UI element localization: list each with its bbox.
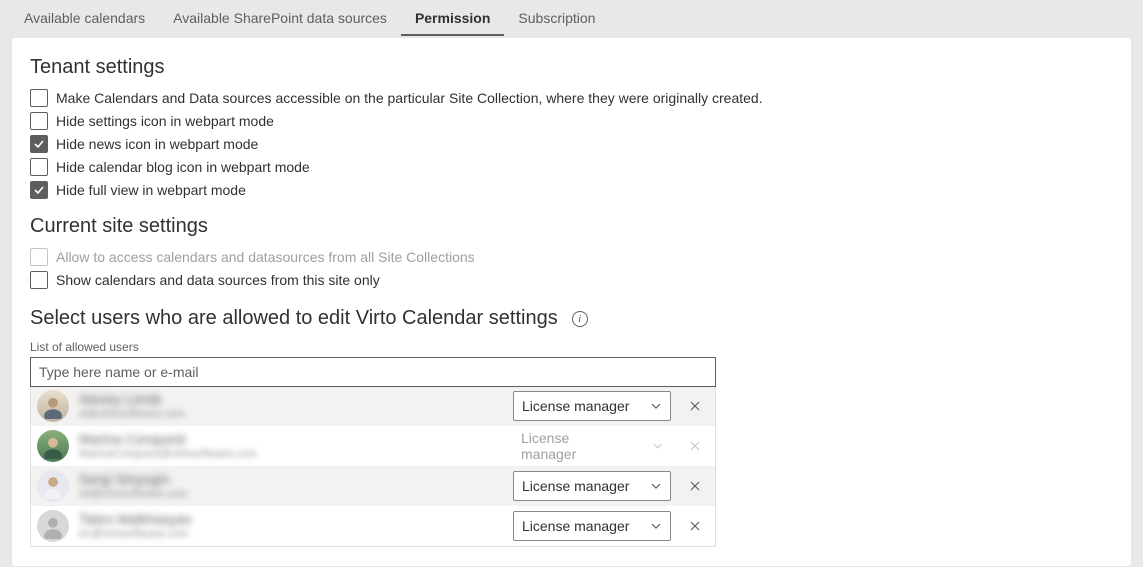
chevron-down-icon (650, 400, 662, 412)
checkbox-allow-all-sitecollections (30, 248, 48, 266)
checkbox-label: Show calendars and data sources from thi… (56, 272, 380, 288)
checkbox-label: Hide news icon in webpart mode (56, 136, 258, 152)
tab-available-calendars[interactable]: Available calendars (10, 2, 159, 36)
checkbox-label: Hide full view in webpart mode (56, 182, 246, 198)
user-info: Sergi Sinyugin sd@virtosoftware.com (79, 472, 503, 499)
role-value: License manager (522, 398, 629, 414)
close-icon (689, 520, 701, 532)
chevron-down-icon (650, 480, 662, 492)
role-value: License manager (522, 478, 629, 494)
avatar (37, 390, 69, 422)
user-row: Alexey Linnik al@virtosoftware.com Licen… (31, 386, 715, 426)
tab-available-sharepoint[interactable]: Available SharePoint data sources (159, 2, 401, 36)
user-info: Marina Conquest MarinaConquest@virtosoft… (79, 432, 503, 459)
site-setting-row: Show calendars and data sources from thi… (30, 271, 1113, 289)
site-settings-heading: Current site settings (30, 215, 1113, 238)
chevron-down-icon (650, 520, 662, 532)
remove-user-button[interactable] (681, 392, 709, 420)
check-icon (33, 184, 45, 196)
allowed-users-list: Alexey Linnik al@virtosoftware.com Licen… (30, 386, 716, 547)
user-row: Sergi Sinyugin sd@virtosoftware.com Lice… (31, 466, 715, 506)
role-value: License manager (521, 430, 622, 462)
user-row: Taten Malkhasyan tm@virtosoftware.com Li… (31, 506, 715, 546)
tab-bar: Available calendars Available SharePoint… (0, 0, 1143, 38)
chevron-down-icon (652, 440, 663, 452)
checkbox-label: Hide settings icon in webpart mode (56, 113, 274, 129)
user-email: al@virtosoftware.com (79, 408, 503, 420)
close-icon (689, 480, 701, 492)
role-dropdown-disabled: License manager (513, 431, 671, 461)
checkbox-hide-blog-icon[interactable] (30, 158, 48, 176)
close-icon (689, 400, 701, 412)
checkbox-label: Hide calendar blog icon in webpart mode (56, 159, 310, 175)
checkbox-this-site-only[interactable] (30, 271, 48, 289)
user-row: Marina Conquest MarinaConquest@virtosoft… (31, 426, 715, 466)
checkbox-label: Allow to access calendars and datasource… (56, 249, 475, 265)
role-dropdown[interactable]: License manager (513, 391, 671, 421)
user-name: Taten Malkhasyan (79, 512, 503, 527)
avatar (37, 470, 69, 502)
tenant-setting-row: Hide calendar blog icon in webpart mode (30, 158, 1113, 176)
select-users-heading: Select users who are allowed to edit Vir… (30, 307, 1113, 330)
remove-user-button[interactable] (681, 472, 709, 500)
avatar (37, 510, 69, 542)
user-name: Sergi Sinyugin (79, 472, 503, 487)
remove-user-button-disabled (681, 432, 709, 460)
site-setting-row: Allow to access calendars and datasource… (30, 248, 1113, 266)
tenant-setting-row: Hide news icon in webpart mode (30, 135, 1113, 153)
tab-subscription[interactable]: Subscription (504, 2, 609, 36)
role-dropdown[interactable]: License manager (513, 471, 671, 501)
check-icon (33, 138, 45, 150)
tenant-settings-heading: Tenant settings (30, 56, 1113, 79)
role-value: License manager (522, 518, 629, 534)
tenant-setting-row: Make Calendars and Data sources accessib… (30, 89, 1113, 107)
user-info: Taten Malkhasyan tm@virtosoftware.com (79, 512, 503, 539)
tenant-setting-row: Hide full view in webpart mode (30, 181, 1113, 199)
checkbox-sitecollection[interactable] (30, 89, 48, 107)
checkbox-hide-settings-icon[interactable] (30, 112, 48, 130)
role-dropdown[interactable]: License manager (513, 511, 671, 541)
tab-permission[interactable]: Permission (401, 2, 504, 36)
user-name: Marina Conquest (79, 432, 503, 447)
close-icon (689, 440, 701, 452)
checkbox-label: Make Calendars and Data sources accessib… (56, 90, 763, 106)
select-users-heading-text: Select users who are allowed to edit Vir… (30, 307, 558, 330)
checkbox-hide-full-view[interactable] (30, 181, 48, 199)
avatar (37, 430, 69, 462)
user-email: MarinaConquest@virtosoftware.com (79, 448, 503, 460)
list-of-users-label: List of allowed users (30, 340, 1113, 354)
user-search-input[interactable] (30, 357, 716, 387)
user-email: sd@virtosoftware.com (79, 488, 503, 500)
permission-panel: Tenant settings Make Calendars and Data … (12, 38, 1131, 566)
checkbox-hide-news-icon[interactable] (30, 135, 48, 153)
user-name: Alexey Linnik (79, 392, 503, 407)
user-info: Alexey Linnik al@virtosoftware.com (79, 392, 503, 419)
user-email: tm@virtosoftware.com (79, 528, 503, 540)
remove-user-button[interactable] (681, 512, 709, 540)
info-icon[interactable]: i (572, 311, 588, 327)
tenant-setting-row: Hide settings icon in webpart mode (30, 112, 1113, 130)
